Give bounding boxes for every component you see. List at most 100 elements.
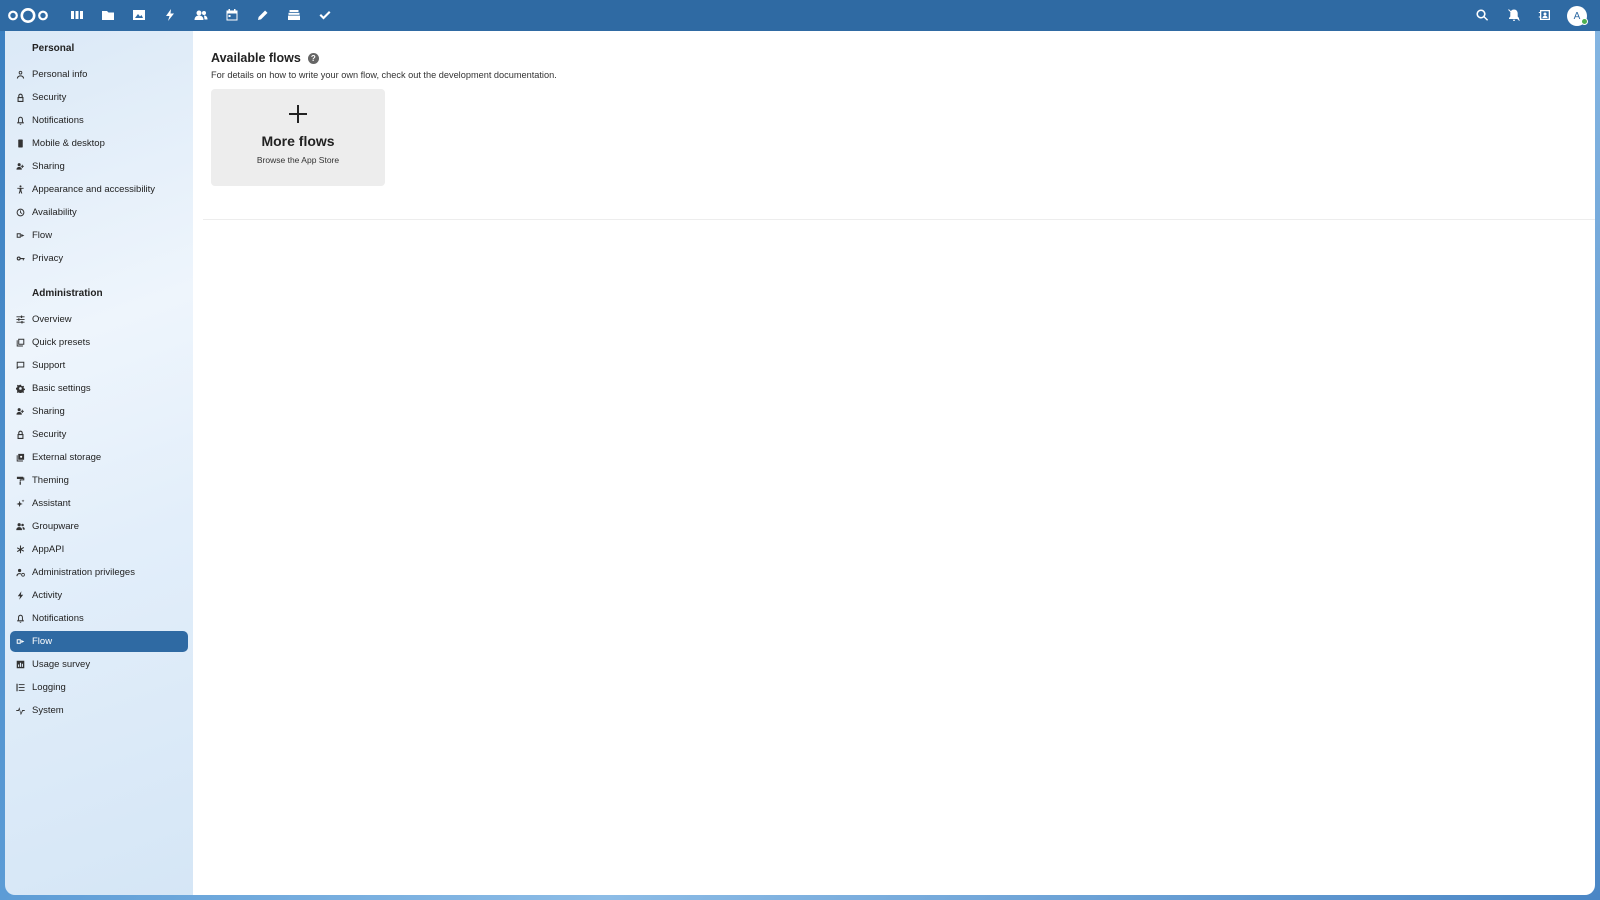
sidebar-item-label: External storage [32,452,102,463]
sidebar-item-notifications[interactable]: Notifications [10,110,188,131]
chart-icon [15,660,25,670]
lock-icon [15,430,25,440]
sidebar-item-label: Theming [32,475,69,486]
sidebar-item-admin-flow[interactable]: Flow [10,631,188,652]
person-icon [15,70,25,80]
bell-icon [15,116,25,126]
sidebar-item-label: Notifications [32,115,84,126]
sidebar-item-personal-info[interactable]: Personal info [10,64,188,85]
api-icon [15,545,25,555]
sidebar-item-label: Flow [32,230,53,241]
group-icon [15,522,25,532]
pulse-icon [15,706,25,716]
photos-icon[interactable] [132,8,146,22]
help-icon[interactable]: ? [307,52,319,64]
sidebar-item-label: Support [32,360,66,371]
sidebar-item-sharing[interactable]: Sharing [10,156,188,177]
sidebar-item-mobile-desktop[interactable]: Mobile & desktop [10,133,188,154]
flow-icon [15,637,25,647]
sidebar-item-administration-privileges[interactable]: Administration privileges [10,562,188,583]
sidebar-item-availability[interactable]: Availability [10,202,188,223]
sidebar-item-label: Security [32,92,67,103]
accessibility-icon [15,185,25,195]
sidebar-item-admin-security[interactable]: Security [10,424,188,445]
sliders-icon [15,315,25,325]
clock-icon [15,208,25,218]
sidebar-item-label: Groupware [32,521,79,532]
divider [203,219,1595,220]
sidebar-item-security[interactable]: Security [10,87,188,108]
sidebar-item-assistant[interactable]: Assistant [10,493,188,514]
section-title-personal: Personal [32,43,75,54]
settings-sidebar: Personal Personal info Security Notifica… [5,31,193,895]
sidebar-item-external-storage[interactable]: External storage [10,447,188,468]
search-icon[interactable] [1475,8,1489,22]
deck-icon[interactable] [287,8,301,22]
sidebar-item-label: Basic settings [32,383,91,394]
top-header: A [0,0,1600,31]
notes-icon[interactable] [256,8,270,22]
card-title: More flows [261,133,335,149]
contacts-icon[interactable] [194,8,208,22]
sidebar-item-theming[interactable]: Theming [10,470,188,491]
sidebar-item-label: System [32,705,64,716]
section-title-administration: Administration [32,288,103,299]
sidebar-item-label: Mobile & desktop [32,138,105,149]
lightning-icon [15,591,25,601]
sidebar-item-label: Availability [32,207,77,218]
main-content: Available flows ? For details on how to … [193,31,1595,895]
notifications-icon[interactable] [1507,8,1521,22]
sidebar-item-basic-settings[interactable]: Basic settings [10,378,188,399]
sidebar-item-appapi[interactable]: AppAPI [10,539,188,560]
sidebar-item-overview[interactable]: Overview [10,309,188,330]
sidebar-item-privacy[interactable]: Privacy [10,248,188,269]
flow-icon [15,231,25,241]
sidebar-item-label: Logging [32,682,66,693]
sparkle-icon [15,499,25,509]
nextcloud-logo-icon[interactable] [8,7,48,24]
page-description: For details on how to write your own flo… [211,70,557,80]
key-icon [15,254,25,264]
sidebar-item-label: Notifications [32,613,84,624]
dashboard-icon[interactable] [70,8,84,22]
sidebar-item-system[interactable]: System [10,700,188,721]
sidebar-item-groupware[interactable]: Groupware [10,516,188,537]
sidebar-item-quick-presets[interactable]: Quick presets [10,332,188,353]
sidebar-item-label: Flow [32,636,53,647]
sidebar-item-label: Sharing [32,161,65,172]
phone-icon [15,139,25,149]
sidebar-item-label: Security [32,429,67,440]
sidebar-item-admin-notifications[interactable]: Notifications [10,608,188,629]
status-badge [1581,18,1588,25]
sidebar-item-appearance[interactable]: Appearance and accessibility [10,179,188,200]
contacts-menu-icon[interactable] [1538,8,1552,22]
card-subtitle: Browse the App Store [256,155,340,165]
share-icon [15,162,25,172]
sidebar-item-flow[interactable]: Flow [10,225,188,246]
more-flows-card[interactable]: More flows Browse the App Store [211,89,385,186]
gear-icon [15,384,25,394]
sidebar-item-label: Administration privileges [32,567,135,578]
storage-icon [15,453,25,463]
sidebar-item-admin-sharing[interactable]: Sharing [10,401,188,422]
sidebar-item-logging[interactable]: Logging [10,677,188,698]
calendar-icon[interactable] [225,8,239,22]
sidebar-item-label: Privacy [32,253,64,264]
sidebar-item-support[interactable]: Support [10,355,188,376]
sidebar-item-usage-survey[interactable]: Usage survey [10,654,188,675]
plus-icon [289,105,307,123]
sidebar-item-label: Sharing [32,406,65,417]
activity-icon[interactable] [163,8,177,22]
sidebar-item-activity[interactable]: Activity [10,585,188,606]
sidebar-item-label: Activity [32,590,63,601]
paint-roller-icon [15,476,25,486]
lock-icon [15,93,25,103]
sidebar-item-label: Personal info [32,69,88,80]
sidebar-item-label: Overview [32,314,72,325]
title-row: Available flows ? [211,51,319,65]
files-icon[interactable] [101,8,115,22]
sidebar-item-label: Appearance and accessibility [32,184,156,195]
chat-icon [15,361,25,371]
tasks-icon[interactable] [318,8,332,22]
list-icon [15,683,25,693]
